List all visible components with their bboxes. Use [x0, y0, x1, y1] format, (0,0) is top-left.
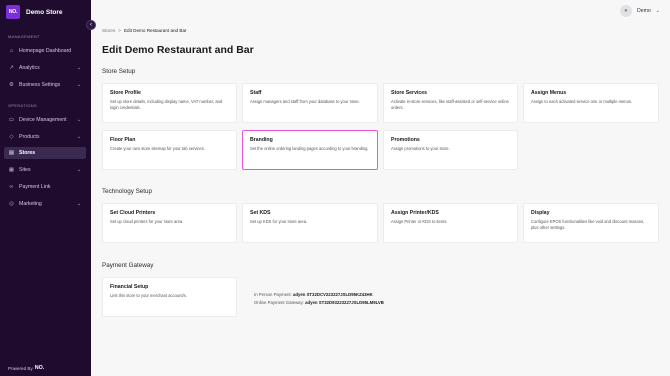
card-description: Assign promotions to your store. — [391, 146, 450, 151]
sidebar-item-label: Business Settings — [19, 82, 61, 88]
section-label-operations: OPERATIONS — [8, 103, 37, 108]
chevron-down-icon: ⌄ — [76, 65, 81, 71]
card-title: Promotions — [391, 137, 420, 143]
card-floor-plan[interactable]: Floor Plan Create your own store sitemap… — [102, 130, 237, 170]
card-description: Assign managers and staff from your data… — [250, 99, 360, 104]
card-title: Set Cloud Printers — [110, 210, 156, 216]
home-icon: ⌂ — [9, 48, 14, 54]
breadcrumb: Stores > Edit Demo Restaurant and Bar — [102, 28, 187, 33]
breadcrumb-stores-link[interactable]: Stores — [102, 28, 115, 33]
card-title: Set KDS — [250, 210, 271, 216]
tag-icon: ◇ — [9, 134, 14, 140]
chevron-down-icon: ⌄ — [655, 8, 660, 14]
target-icon: ◎ — [9, 201, 14, 207]
card-description: Set up KDS for your store area. — [250, 219, 308, 224]
collapse-sidebar-button[interactable]: ‹ — [86, 20, 96, 30]
breadcrumb-separator: > — [118, 28, 121, 33]
payment-details: In Person Payment: adyen ST32DCV223227JS… — [254, 291, 384, 307]
sidebar-item-label: Analytics — [19, 65, 40, 71]
card-title: Store Profile — [110, 90, 141, 96]
card-description: Link this store to your merchant account… — [110, 293, 187, 298]
sidebar-item-stores[interactable]: ▤ Stores — [4, 147, 86, 159]
card-set-cloud-printers[interactable]: Set Cloud Printers Set up cloud printers… — [102, 203, 237, 243]
chart-icon: ↗ — [9, 65, 14, 71]
sidebar-item-label: Homepage Dashboard — [19, 48, 72, 54]
card-description: Assign to each activated service one or … — [531, 99, 633, 104]
sidebar-item-label: Device Management — [19, 117, 67, 123]
avatar: ● — [619, 5, 632, 17]
sidebar-item-label: Products — [19, 134, 40, 140]
sidebar-item-label: Sites — [19, 167, 31, 173]
brand[interactable]: NO. Demo Store — [6, 5, 62, 19]
powered-by: Powered By NO. — [8, 365, 44, 371]
chevron-down-icon: ⌄ — [76, 117, 81, 123]
store-icon: ▤ — [8, 150, 15, 156]
online-payment-label: Online Payment Gateway: — [254, 300, 304, 306]
sidebar-item-analytics[interactable]: ↗ Analytics ⌄ — [4, 62, 86, 74]
chevron-down-icon: ⌄ — [76, 82, 81, 88]
link-icon: ∞ — [9, 184, 14, 190]
card-title: Assign Menus — [531, 90, 567, 96]
card-store-profile[interactable]: Store Profile Set up store details, incl… — [102, 83, 237, 123]
user-name: Demo — [636, 8, 651, 14]
brand-logo: NO. — [6, 5, 20, 19]
sidebar-item-label: Payment Link — [19, 184, 51, 190]
sidebar-item-sites[interactable]: ▦ Sites ⌄ — [4, 164, 86, 176]
user-menu[interactable]: ● Demo ⌄ — [619, 5, 660, 17]
device-icon: ▭ — [8, 117, 15, 123]
sidebar-item-device-management[interactable]: ▭ Device Management ⌄ — [4, 114, 86, 126]
sidebar-item-label: Stores — [19, 150, 36, 156]
card-financial-setup[interactable]: Financial Setup Link this store to your … — [102, 277, 237, 317]
card-staff[interactable]: Staff Assign managers and staff from you… — [242, 83, 378, 123]
card-title: Display — [531, 210, 550, 216]
store-name: Demo Store — [26, 8, 63, 16]
card-description: Set the online ordering landing pages ac… — [250, 146, 369, 151]
sidebar-item-payment-link[interactable]: ∞ Payment Link — [4, 181, 86, 193]
card-title: Assign Printer/KDS — [391, 210, 439, 216]
card-display[interactable]: Display Configure EPOS functionalities l… — [523, 203, 659, 243]
chevron-down-icon: ⌄ — [76, 134, 81, 140]
in-person-payment-value: adyen ST32DCV223227JSLD95KZ43HK — [292, 292, 373, 297]
card-description: Configure EPOS functionalities like void… — [531, 219, 645, 231]
card-description: Create your own store sitemap for your t… — [110, 146, 205, 151]
card-store-services[interactable]: Store Services Activate in-store service… — [383, 83, 518, 123]
grid-icon: ▦ — [8, 167, 15, 173]
card-description: Set up cloud printers for your store are… — [110, 219, 184, 224]
sidebar-item-homepage-dashboard[interactable]: ⌂ Homepage Dashboard — [4, 45, 86, 57]
card-description: Assign Printer or KDS to items. — [391, 219, 448, 224]
section-title-technology-setup: Technology Setup — [102, 188, 153, 195]
card-title: Financial Setup — [110, 284, 149, 290]
chevron-down-icon: ⌄ — [76, 201, 81, 207]
sidebar-item-marketing[interactable]: ◎ Marketing ⌄ — [4, 198, 86, 210]
sidebar: NO. Demo Store MANAGEMENT ⌂ Homepage Das… — [0, 0, 91, 376]
card-description: Activate in-store services, like staff-a… — [391, 99, 509, 111]
card-title: Branding — [250, 137, 273, 143]
sidebar-item-label: Marketing — [19, 201, 42, 207]
sidebar-item-business-settings[interactable]: ⚙ Business Settings ⌄ — [4, 79, 86, 91]
card-set-kds[interactable]: Set KDS Set up KDS for your store area. — [242, 203, 378, 243]
in-person-payment-row: In Person Payment: adyen ST32DCV223227JS… — [254, 291, 384, 299]
section-title-payment-gateway: Payment Gateway — [102, 262, 154, 269]
card-assign-menus[interactable]: Assign Menus Assign to each activated se… — [523, 83, 659, 123]
card-title: Staff — [250, 90, 262, 96]
chevron-down-icon: ⌄ — [76, 167, 81, 173]
card-assign-printer-kds[interactable]: Assign Printer/KDS Assign Printer or KDS… — [383, 203, 518, 243]
breadcrumb-current: Edit Demo Restaurant and Bar — [123, 28, 187, 33]
online-payment-value: adyen ST32D93223227JSLD95LM9LVB — [305, 300, 384, 306]
in-person-payment-label: In Person Payment: — [254, 292, 292, 297]
card-description: Set up store details, including display … — [110, 99, 223, 111]
section-title-store-setup: Store Setup — [102, 68, 136, 75]
sidebar-item-products[interactable]: ◇ Products ⌄ — [4, 131, 86, 143]
powered-by-logo: NO. — [34, 365, 45, 371]
gear-icon: ⚙ — [9, 82, 14, 88]
online-payment-row: Online Payment Gateway: adyen ST32D93223… — [254, 299, 384, 307]
card-title: Floor Plan — [110, 137, 136, 143]
card-branding[interactable]: Branding Set the online ordering landing… — [242, 130, 378, 170]
page-title: Edit Demo Restaurant and Bar — [102, 44, 254, 56]
section-label-management: MANAGEMENT — [8, 34, 40, 39]
card-title: Store Services — [391, 90, 428, 96]
powered-by-label: Powered By — [8, 365, 33, 371]
card-promotions[interactable]: Promotions Assign promotions to your sto… — [383, 130, 518, 170]
